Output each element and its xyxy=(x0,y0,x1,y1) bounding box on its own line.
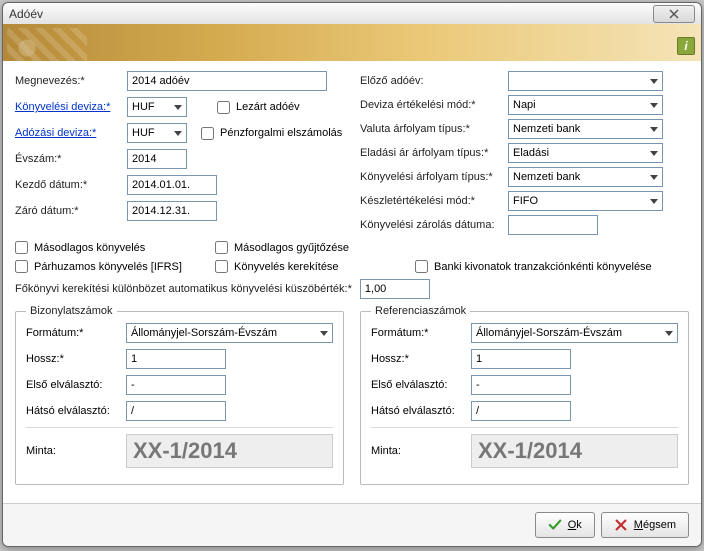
label-biz-formatum: Formátum:* xyxy=(26,327,126,339)
cancel-button[interactable]: Mégsem xyxy=(601,512,689,538)
close-icon xyxy=(669,9,679,19)
label-ref-hossz: Hossz:* xyxy=(371,353,471,365)
check-icon xyxy=(548,518,562,532)
combo-ref-formatum[interactable]: Állományjel-Sorszám-Évszám xyxy=(471,323,678,343)
combo-eladasi-ar[interactable]: Eladási xyxy=(508,143,663,163)
display-biz-minta: XX-1/2014 xyxy=(126,434,333,468)
display-ref-minta: XX-1/2014 xyxy=(471,434,678,468)
label-ref-formatum: Formátum:* xyxy=(371,327,471,339)
window-root: Adóév i Megnevezés:* Könyvelési deviza:*… xyxy=(2,2,702,547)
input-evszam[interactable] xyxy=(127,149,187,169)
cancel-icon xyxy=(614,518,628,532)
label-elozo-adoev: Előző adóév: xyxy=(360,75,508,87)
label-ref-minta: Minta: xyxy=(371,445,471,457)
form-content: Megnevezés:* Könyvelési deviza:* HUF Lez… xyxy=(3,61,701,503)
input-ref-elso-elvalaszto[interactable] xyxy=(471,375,571,395)
combo-keszlet-mod[interactable]: FIFO xyxy=(508,191,663,211)
input-biz-hatso-elvalaszto[interactable] xyxy=(126,401,226,421)
input-biz-elso-elvalaszto[interactable] xyxy=(126,375,226,395)
input-konyv-zarolas[interactable] xyxy=(508,215,598,235)
combo-elozo-adoev[interactable] xyxy=(508,71,663,91)
input-kerekitesi-kuszob[interactable] xyxy=(360,279,430,299)
label-konyv-zarolas: Könyvelési zárolás dátuma: xyxy=(360,219,508,231)
label-valuta-arfolyam: Valuta árfolyam típus:* xyxy=(360,123,508,135)
mid-checkbox-grid: Másodlagos könyvelés Másodlagos gyűjtőzé… xyxy=(15,241,689,273)
label-ref-hatso-elvalaszto: Hátsó elválasztó: xyxy=(371,405,471,417)
info-icon[interactable]: i xyxy=(677,37,695,55)
checkbox-masod-konyveles[interactable]: Másodlagos könyvelés xyxy=(15,241,215,254)
checkbox-masod-gyujtozes[interactable]: Másodlagos gyűjtőzése xyxy=(215,241,415,254)
label-biz-minta: Minta: xyxy=(26,445,126,457)
combo-biz-formatum[interactable]: Állományjel-Sorszám-Évszám xyxy=(126,323,333,343)
close-button[interactable] xyxy=(653,5,695,23)
input-ref-hossz[interactable] xyxy=(471,349,571,369)
label-kerekitesi-kuszob: Főkönyvi kerekítési különbözet automatik… xyxy=(15,283,352,295)
combo-deviza-ertekelesi-mod[interactable]: Napi xyxy=(508,95,663,115)
checkbox-penzforgalmi[interactable]: Pénzforgalmi elszámolás xyxy=(201,127,342,140)
label-megnevezes: Megnevezés:* xyxy=(15,75,127,87)
window-title: Adóév xyxy=(9,7,43,21)
link-adozasi-deviza[interactable]: Adózási deviza:* xyxy=(15,127,127,139)
label-zaro-datum: Záró dátum:* xyxy=(15,205,127,217)
label-biz-elso-elvalaszto: Első elválasztó: xyxy=(26,379,126,391)
label-biz-hossz: Hossz:* xyxy=(26,353,126,365)
right-column: Előző adóév: Deviza értékelési mód:* Nap… xyxy=(360,71,689,239)
left-column: Megnevezés:* Könyvelési deviza:* HUF Lez… xyxy=(15,71,344,239)
banner: i xyxy=(3,24,701,61)
input-zaro-datum[interactable] xyxy=(127,201,217,221)
ok-button[interactable]: Ok xyxy=(535,512,595,538)
label-evszam: Évszám:* xyxy=(15,153,127,165)
input-megnevezes[interactable] xyxy=(127,71,327,91)
label-keszlet-mod: Készletértékelési mód:* xyxy=(360,195,508,207)
input-ref-hatso-elvalaszto[interactable] xyxy=(471,401,571,421)
checkbox-banki-kivonat[interactable]: Banki kivonatok tranzakciónkénti könyvel… xyxy=(415,260,689,273)
combo-konyvelesi-arfolyam[interactable]: Nemzeti bank xyxy=(508,167,663,187)
link-konyvelesi-deviza[interactable]: Könyvelési deviza:* xyxy=(15,101,127,113)
checkbox-parhuzamos-ifrs[interactable]: Párhuzamos könyvelés [IFRS] xyxy=(15,260,215,273)
fieldset-referenciaszamok: Referenciaszámok Formátum:* Állományjel-… xyxy=(360,305,689,485)
select-adozasi-deviza[interactable]: HUF xyxy=(127,123,187,143)
label-biz-hatso-elvalaszto: Hátsó elválasztó: xyxy=(26,405,126,417)
button-bar: Ok Mégsem xyxy=(3,503,701,546)
checkbox-konyveles-kerekitese[interactable]: Könyvelés kerekítése xyxy=(215,260,415,273)
select-konyvelesi-deviza[interactable]: HUF xyxy=(127,97,187,117)
label-eladasi-ar: Eladási ár árfolyam típus:* xyxy=(360,147,508,159)
label-kezdo-datum: Kezdő dátum:* xyxy=(15,179,127,191)
input-kezdo-datum[interactable] xyxy=(127,175,217,195)
checkbox-lezart-adoev[interactable]: Lezárt adóév xyxy=(217,101,300,114)
input-biz-hossz[interactable] xyxy=(126,349,226,369)
fieldset-bizonylatszamok: Bizonylatszámok Formátum:* Állományjel-S… xyxy=(15,305,344,485)
label-ref-elso-elvalaszto: Első elválasztó: xyxy=(371,379,471,391)
titlebar: Adóév xyxy=(3,3,701,24)
legend-bizonylat: Bizonylatszámok xyxy=(26,305,117,317)
label-deviza-ertekelesi-mod: Deviza értékelési mód:* xyxy=(360,99,508,111)
label-konyvelesi-arfolyam: Könyvelési árfolyam típus:* xyxy=(360,171,508,183)
combo-valuta-arfolyam[interactable]: Nemzeti bank xyxy=(508,119,663,139)
legend-referencia: Referenciaszámok xyxy=(371,305,470,317)
